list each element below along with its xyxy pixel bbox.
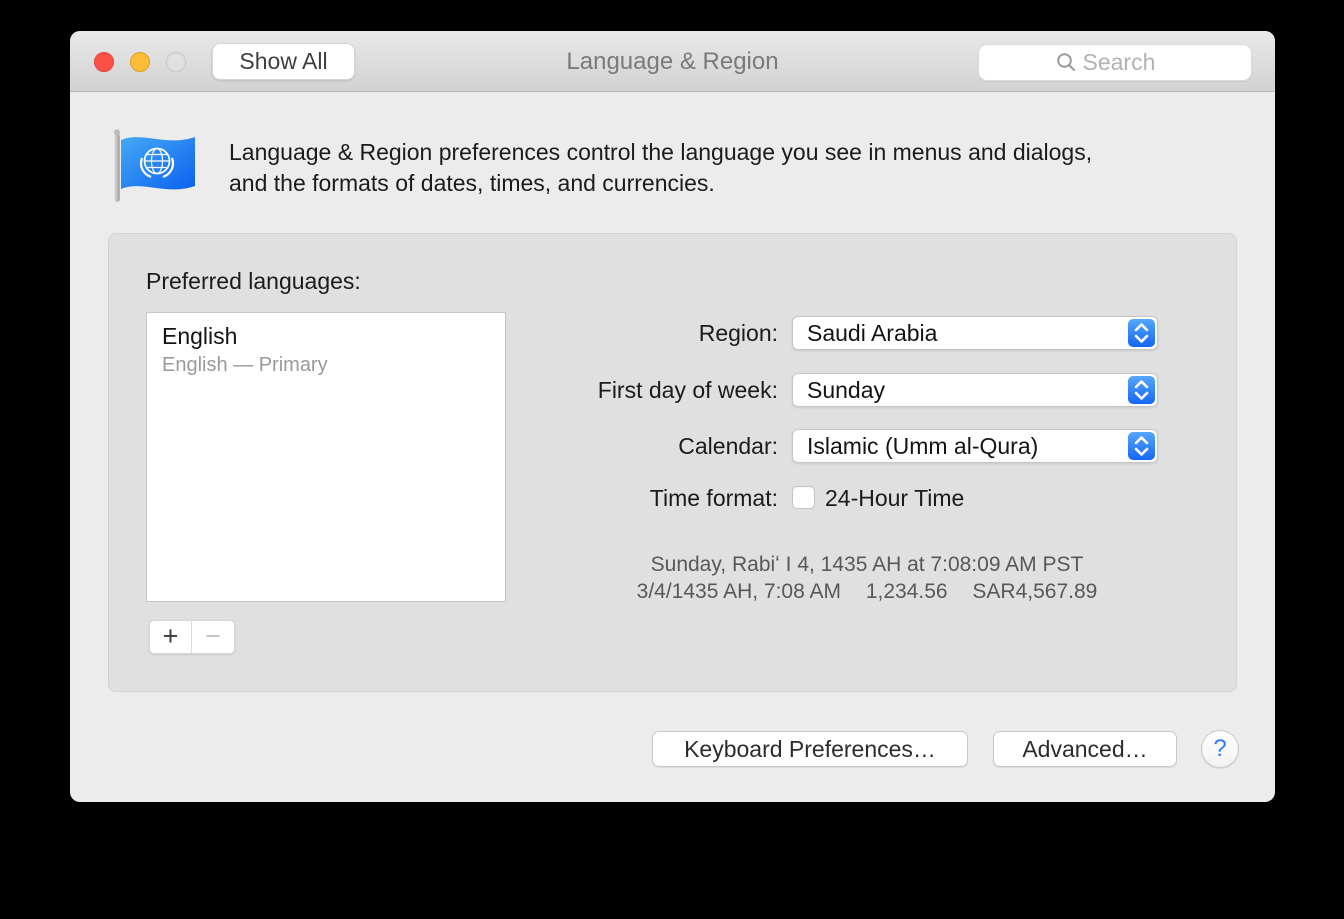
search-icon	[1056, 52, 1077, 73]
search-input[interactable]	[1083, 49, 1175, 76]
region-row: Region: Saudi Arabia	[109, 316, 1209, 350]
un-flag-icon	[110, 128, 198, 204]
description-text: Language & Region preferences control th…	[229, 137, 1092, 199]
calendar-value: Islamic (Umm al-Qura)	[807, 430, 1038, 462]
settings-panel: Preferred languages: English English — P…	[108, 233, 1237, 692]
add-remove-control: + −	[149, 620, 235, 654]
preview-line1: Sunday, Rabiʻ I 4, 1435 AH at 7:08:09 AM…	[509, 551, 1225, 578]
preferences-window: Language & Region Show All	[70, 31, 1275, 802]
calendar-row: Calendar: Islamic (Umm al-Qura)	[109, 429, 1209, 463]
remove-language-button[interactable]: −	[192, 621, 234, 653]
24-hour-time-checkbox[interactable]	[792, 486, 815, 509]
region-label: Region:	[109, 316, 778, 350]
region-select[interactable]: Saudi Arabia	[792, 316, 1158, 350]
24-hour-time-caption: 24-Hour Time	[825, 486, 964, 510]
preview-date: 3/4/1435 AH, 7:08 AM	[637, 580, 841, 603]
chevron-up-down-icon	[1128, 432, 1155, 460]
preview-number: 1,234.56	[866, 580, 948, 603]
description-line2: and the formats of dates, times, and cur…	[229, 168, 1092, 199]
first-day-row: First day of week: Sunday	[109, 373, 1209, 407]
help-button[interactable]: ?	[1201, 730, 1239, 768]
format-preview: Sunday, Rabiʻ I 4, 1435 AH at 7:08:09 AM…	[509, 551, 1225, 605]
calendar-label: Calendar:	[109, 429, 778, 463]
preview-line2: 3/4/1435 AH, 7:08 AM 1,234.56 SAR4,567.8…	[509, 578, 1225, 605]
advanced-button[interactable]: Advanced…	[993, 731, 1177, 767]
show-all-button[interactable]: Show All	[212, 43, 355, 80]
keyboard-preferences-button[interactable]: Keyboard Preferences…	[652, 731, 968, 767]
chevron-up-down-icon	[1128, 376, 1155, 404]
description-line1: Language & Region preferences control th…	[229, 137, 1092, 168]
region-value: Saudi Arabia	[807, 317, 937, 349]
preferred-languages-label: Preferred languages:	[146, 268, 361, 295]
title-bar: Language & Region Show All	[70, 31, 1275, 92]
first-day-label: First day of week:	[109, 373, 778, 407]
time-format-row: Time format: 24-Hour Time	[109, 486, 1209, 510]
search-field[interactable]	[978, 44, 1252, 81]
add-language-button[interactable]: +	[150, 621, 192, 653]
first-day-select[interactable]: Sunday	[792, 373, 1158, 407]
calendar-select[interactable]: Islamic (Umm al-Qura)	[792, 429, 1158, 463]
first-day-value: Sunday	[807, 374, 885, 406]
chevron-up-down-icon	[1128, 319, 1155, 347]
preview-currency: SAR4,567.89	[972, 580, 1097, 603]
time-format-label: Time format:	[109, 486, 778, 510]
